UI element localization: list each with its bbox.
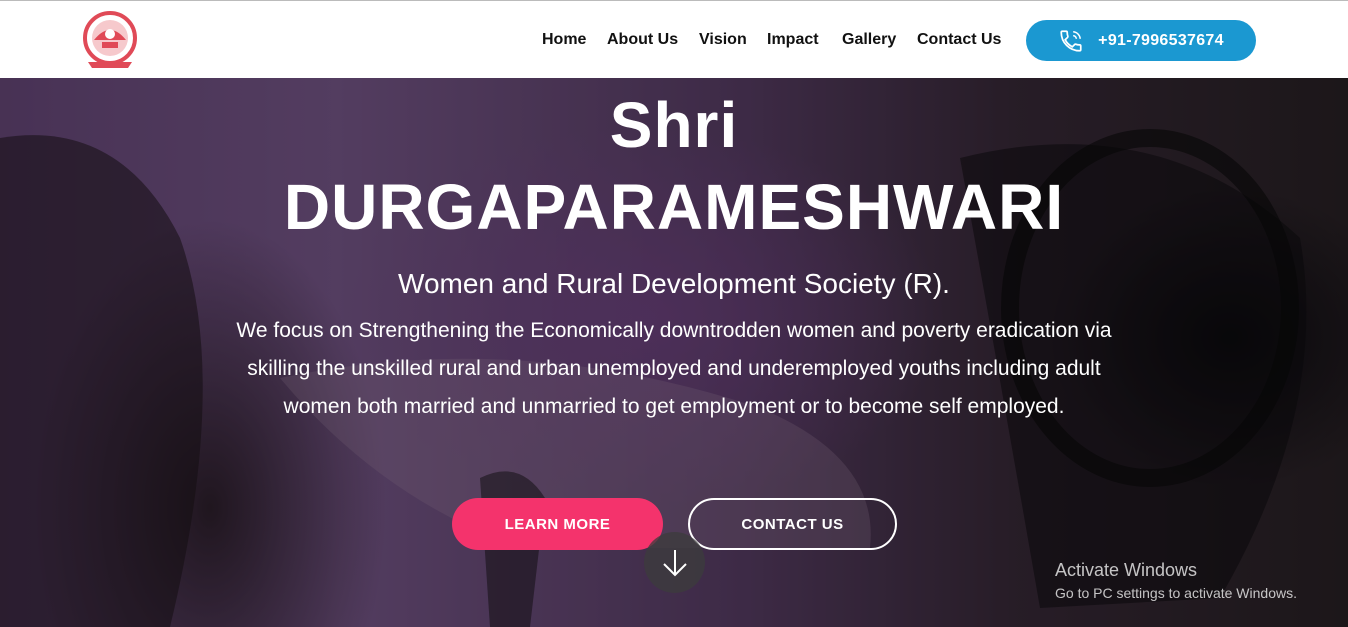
watermark-title: Activate Windows [1055, 560, 1198, 580]
contact-us-button[interactable]: CONTACT US [688, 498, 897, 550]
hero-title-line1: Shri [609, 89, 739, 161]
nav-impact[interactable]: Impact [767, 31, 819, 49]
nav-home[interactable]: Home [542, 31, 586, 49]
phone-number: +91-7996537674 [1098, 31, 1224, 49]
hero-description: We focus on Strengthening the Economical… [236, 319, 1112, 418]
hero-subtitle: Women and Rural Development Society (R). [398, 268, 950, 299]
hero-title-line2: DURGAPARAMESHWARI [283, 171, 1065, 243]
watermark-subtitle: Go to PC settings to activate Windows. [1055, 585, 1297, 601]
learn-more-button[interactable]: LEARN MORE [452, 498, 663, 550]
nav-gallery[interactable]: Gallery [842, 31, 896, 49]
nav-vision[interactable]: Vision [699, 31, 747, 49]
scroll-down-button[interactable] [644, 532, 705, 593]
hero-section: Shri DURGAPARAMESHWARI Women and Rural D… [0, 78, 1348, 627]
arrow-down-icon [662, 549, 687, 576]
phone-button[interactable]: +91-7996537674 [1026, 20, 1256, 61]
site-header: Home About Us Vision Impact Gallery Cont… [0, 0, 1348, 78]
nav-contact-us[interactable]: Contact Us [917, 31, 1001, 49]
phone-icon [1060, 29, 1082, 52]
nav-about-us[interactable]: About Us [607, 31, 678, 49]
org-emblem-icon[interactable] [82, 10, 138, 70]
windows-activation-watermark: Activate Windows Go to PC settings to ac… [1055, 560, 1297, 601]
